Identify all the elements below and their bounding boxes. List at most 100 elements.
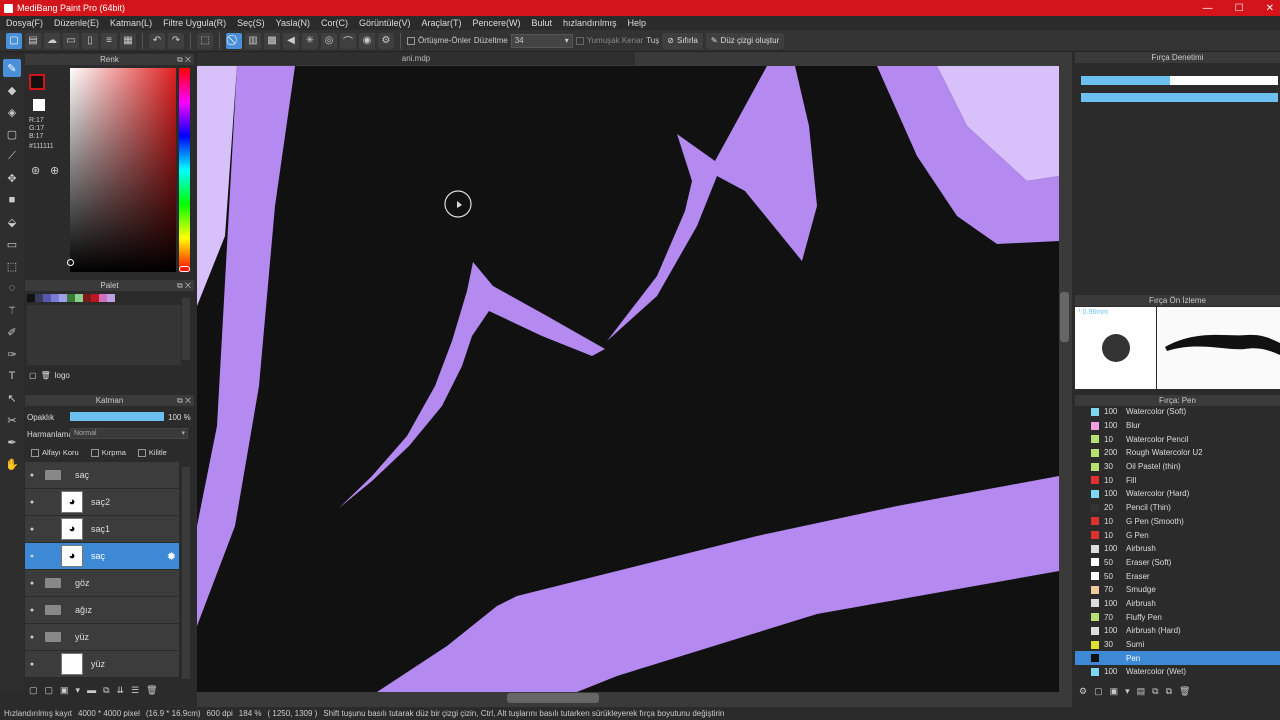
visibility-eye-icon[interactable]: ● — [25, 580, 39, 587]
menu-item[interactable]: Bulut — [532, 18, 553, 28]
visibility-eye-icon[interactable]: ● — [25, 661, 39, 668]
document-tab[interactable]: ani.mdp — [197, 52, 635, 65]
brush-menu-icon[interactable]: ▾ — [1125, 686, 1130, 697]
palette-swatch[interactable] — [59, 294, 67, 302]
alpha-lock-checkbox[interactable]: Alfayı Koru — [31, 448, 79, 458]
reset-button[interactable]: ⊘ Sıfırla — [662, 32, 703, 49]
merge-layer-icon[interactable]: ⇊ — [117, 685, 125, 696]
visibility-eye-icon[interactable]: ● — [25, 553, 39, 560]
curve-snap-icon[interactable]: ⌒ — [340, 32, 356, 49]
menu-item[interactable]: hızlandırılmış — [563, 18, 617, 28]
primary-color-swatch[interactable] — [29, 74, 45, 90]
layer-menu-icon[interactable]: ☰ — [131, 685, 139, 696]
brush-list-item[interactable]: 30 Oil Pastel (thin) — [1075, 460, 1280, 474]
secondary-color-swatch[interactable] — [33, 99, 45, 111]
menu-item[interactable]: Help — [628, 18, 647, 28]
straight-line-button[interactable]: ✎ Düz çizgi oluştur — [705, 32, 785, 49]
eyedropper-icon[interactable]: ✒ — [3, 433, 21, 451]
layer-scrollbar[interactable] — [182, 467, 190, 679]
palette-swatch[interactable] — [83, 294, 91, 302]
bucket-tool-icon[interactable]: ⬙ — [3, 213, 21, 231]
operation-tool-icon[interactable]: ↖ — [3, 389, 21, 407]
palette-scrollbar[interactable] — [182, 298, 190, 360]
panel-icons[interactable]: ⧉ ✕ — [177, 54, 191, 65]
page-icon[interactable]: ▯ — [82, 32, 98, 49]
new-folder-icon[interactable]: ▬ — [87, 685, 96, 696]
visibility-eye-icon[interactable]: ● — [25, 472, 39, 479]
brush-list-item[interactable]: 70 Fluffy Pen — [1075, 610, 1280, 624]
palette-swatch[interactable] — [91, 294, 99, 302]
soft-edge-checkbox[interactable]: Yumuşak Kenar — [575, 36, 643, 45]
layer-row[interactable]: ● ◕ saç1 — [25, 516, 179, 543]
blend-select[interactable]: Normal ▾ — [70, 428, 188, 439]
layer-row[interactable]: ● ◕ saç2 — [25, 489, 179, 516]
fill-rect-icon[interactable]: ■ — [3, 191, 21, 209]
new-palette-icon[interactable]: ▢ — [29, 371, 37, 380]
select-eraser-icon[interactable]: ✑ — [3, 345, 21, 363]
visibility-eye-icon[interactable]: ● — [25, 526, 39, 533]
brush-list-item[interactable]: 10 G Pen (Smooth) — [1075, 515, 1280, 529]
concentric-snap-icon[interactable]: ◉ — [359, 32, 375, 49]
horizontal-scrollbar[interactable] — [507, 693, 599, 703]
add-brush-icon[interactable]: ▣ — [1110, 686, 1119, 697]
brush-list-item[interactable]: Pen — [1075, 651, 1280, 666]
rect-tool-icon[interactable]: ▢ — [3, 125, 21, 143]
brush-list-item[interactable]: 10 Watercolor Pencil — [1075, 432, 1280, 446]
new-brush-icon[interactable]: ▢ — [1094, 686, 1103, 697]
vanish-snap-icon[interactable]: ◀ — [283, 32, 299, 49]
divide-tool-icon[interactable]: ✂ — [3, 411, 21, 429]
visibility-eye-icon[interactable]: ● — [25, 607, 39, 614]
opacity-slider[interactable] — [70, 412, 164, 421]
close-button[interactable]: ✕ — [1266, 3, 1274, 14]
visibility-eye-icon[interactable]: ● — [25, 634, 39, 641]
layer-folder-row[interactable]: ● saç — [25, 462, 179, 489]
copy-layer-icon[interactable]: ⧉ — [103, 685, 109, 696]
brush-mode-icon[interactable]: ▢ — [6, 32, 22, 49]
menu-item[interactable]: Düzenle(E) — [54, 18, 99, 28]
menu-item[interactable]: Dosya(F) — [6, 18, 43, 28]
select-pen-icon[interactable]: ✐ — [3, 323, 21, 341]
brush-list-item[interactable]: 100 Watercolor (Soft) — [1075, 405, 1280, 419]
settings-snap-icon[interactable]: ⚙ — [378, 32, 394, 49]
picker-handle-icon[interactable] — [67, 259, 74, 266]
text-tool-icon[interactable]: T — [3, 367, 21, 385]
delete-layer-icon[interactable]: 🗑 — [146, 685, 157, 696]
canvas-area[interactable]: ani.mdp — [197, 52, 1072, 707]
cloud-icon[interactable]: ☁ — [44, 32, 60, 49]
panel-icons[interactable]: ⧉ ✕ — [177, 280, 191, 291]
minimize-button[interactable]: — — [1203, 3, 1213, 14]
palette-swatch[interactable] — [75, 294, 83, 302]
brush-list-item[interactable]: 50 Eraser (Soft) — [1075, 556, 1280, 570]
delete-palette-icon[interactable]: 🗑 — [41, 371, 51, 380]
brush-list-item[interactable]: 10 Fill — [1075, 473, 1280, 487]
palette-swatch[interactable] — [27, 294, 35, 302]
import-brush-icon[interactable]: ▤ — [1137, 686, 1146, 697]
menu-item[interactable]: Seç(S) — [237, 18, 265, 28]
list-icon[interactable]: ≡ — [101, 32, 117, 49]
delete-brush-icon[interactable]: 🗑 — [1179, 686, 1190, 697]
brush-list-item[interactable]: 70 Smudge — [1075, 583, 1280, 597]
drawing-canvas[interactable] — [197, 66, 1059, 692]
brush-list-item[interactable]: 30 Sumi — [1075, 638, 1280, 652]
lock-checkbox[interactable]: Kilitle — [137, 448, 167, 458]
hue-slider[interactable] — [179, 68, 190, 272]
brush-list-item[interactable]: 100 Airbrush — [1075, 597, 1280, 611]
menu-item[interactable]: Filtre Uygula(R) — [163, 18, 226, 28]
brush-list-item[interactable]: 100 Watercolor (Hard) — [1075, 487, 1280, 501]
palette-swatch[interactable] — [107, 294, 115, 302]
new-layer-alt-icon[interactable]: ▢ — [45, 685, 54, 696]
duplicate-layer-icon[interactable]: ▣ — [60, 685, 69, 696]
palette-swatch[interactable] — [51, 294, 59, 302]
snap-off-icon[interactable]: ⃠ — [226, 32, 242, 49]
correction-input[interactable]: 34 ▾ — [510, 33, 573, 48]
palette-swatch[interactable] — [35, 294, 43, 302]
lasso-tool-icon[interactable]: ◌ — [3, 279, 21, 297]
panel-icons[interactable]: ⧉ ✕ — [177, 395, 191, 406]
new-layer-icon[interactable]: ▢ — [29, 685, 38, 696]
visibility-eye-icon[interactable]: ● — [25, 499, 39, 506]
menu-item[interactable]: Yasla(N) — [276, 18, 310, 28]
copy-brush-icon[interactable]: ⧉ — [1152, 686, 1158, 697]
radial-snap-icon[interactable]: ✳ — [302, 32, 318, 49]
menu-item[interactable]: Cor(C) — [321, 18, 348, 28]
brush-opacity-slider[interactable] — [1081, 93, 1278, 102]
